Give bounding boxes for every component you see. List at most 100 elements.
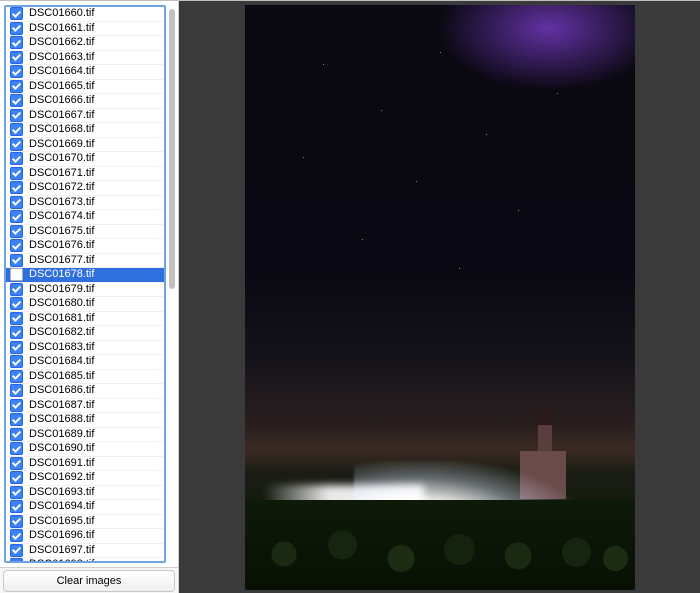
file-checkbox[interactable] — [10, 384, 23, 397]
file-row[interactable]: DSC01689.tif — [6, 428, 164, 443]
file-label: DSC01662.tif — [29, 37, 94, 48]
file-checkbox[interactable] — [10, 326, 23, 339]
file-checkbox[interactable] — [10, 109, 23, 122]
file-checkbox[interactable] — [10, 529, 23, 542]
file-checkbox[interactable] — [10, 94, 23, 107]
file-checkbox[interactable] — [10, 486, 23, 499]
file-label: DSC01683.tif — [29, 342, 94, 353]
file-row[interactable]: DSC01686.tif — [6, 384, 164, 399]
file-checkbox[interactable] — [10, 500, 23, 513]
file-row[interactable]: DSC01662.tif — [6, 36, 164, 51]
scrollbar-thumb[interactable] — [169, 9, 175, 289]
file-checkbox[interactable] — [10, 355, 23, 368]
file-checkbox[interactable] — [10, 80, 23, 93]
file-row[interactable]: DSC01696.tif — [6, 529, 164, 544]
file-row[interactable]: DSC01679.tif — [6, 283, 164, 298]
file-row[interactable]: DSC01671.tif — [6, 167, 164, 182]
file-checkbox[interactable] — [10, 36, 23, 49]
file-row[interactable]: DSC01665.tif — [6, 80, 164, 95]
file-label: DSC01698.tif — [29, 559, 94, 563]
file-label: DSC01664.tif — [29, 66, 94, 77]
file-checkbox[interactable] — [10, 254, 23, 267]
file-row[interactable]: DSC01669.tif — [6, 138, 164, 153]
file-checkbox[interactable] — [10, 167, 23, 180]
file-checkbox[interactable] — [10, 7, 23, 20]
file-checkbox[interactable] — [10, 196, 23, 209]
file-checkbox[interactable] — [10, 471, 23, 484]
file-checkbox[interactable] — [10, 515, 23, 528]
clear-images-button[interactable]: Clear images — [3, 570, 175, 592]
file-row[interactable]: DSC01681.tif — [6, 312, 164, 327]
file-label: DSC01660.tif — [29, 8, 94, 19]
file-row[interactable]: DSC01690.tif — [6, 442, 164, 457]
file-checkbox[interactable] — [10, 544, 23, 557]
file-label: DSC01661.tif — [29, 23, 94, 34]
file-label: DSC01696.tif — [29, 530, 94, 541]
file-row[interactable]: DSC01678.tif — [6, 268, 164, 283]
file-checkbox[interactable] — [10, 181, 23, 194]
file-row[interactable]: DSC01670.tif — [6, 152, 164, 167]
file-checkbox[interactable] — [10, 428, 23, 441]
file-checkbox[interactable] — [10, 65, 23, 78]
file-label: DSC01686.tif — [29, 385, 94, 396]
file-row[interactable]: DSC01666.tif — [6, 94, 164, 109]
file-row[interactable]: DSC01697.tif — [6, 544, 164, 559]
file-row[interactable]: DSC01664.tif — [6, 65, 164, 80]
file-row[interactable]: DSC01673.tif — [6, 196, 164, 211]
file-row[interactable]: DSC01668.tif — [6, 123, 164, 138]
file-row[interactable]: DSC01660.tif — [6, 7, 164, 22]
file-row[interactable]: DSC01676.tif — [6, 239, 164, 254]
file-row[interactable]: DSC01695.tif — [6, 515, 164, 530]
file-row[interactable]: DSC01698.tif — [6, 558, 164, 563]
file-row[interactable]: DSC01692.tif — [6, 471, 164, 486]
file-label: DSC01677.tif — [29, 255, 94, 266]
file-checkbox[interactable] — [10, 152, 23, 165]
file-checkbox[interactable] — [10, 457, 23, 470]
file-checkbox[interactable] — [10, 297, 23, 310]
file-list[interactable]: DSC01660.tif DSC01661.tif DSC01662.tif DSC0… — [4, 5, 166, 563]
file-label: DSC01688.tif — [29, 414, 94, 425]
file-label: DSC01666.tif — [29, 95, 94, 106]
file-checkbox[interactable] — [10, 399, 23, 412]
file-label: DSC01690.tif — [29, 443, 94, 454]
file-checkbox[interactable] — [10, 341, 23, 354]
file-checkbox[interactable] — [10, 558, 23, 563]
file-row[interactable]: DSC01691.tif — [6, 457, 164, 472]
file-label: DSC01669.tif — [29, 139, 94, 150]
file-row[interactable]: DSC01675.tif — [6, 225, 164, 240]
file-row[interactable]: DSC01674.tif — [6, 210, 164, 225]
file-checkbox[interactable] — [10, 51, 23, 64]
file-row[interactable]: DSC01680.tif — [6, 297, 164, 312]
file-checkbox[interactable] — [10, 239, 23, 252]
file-label: DSC01679.tif — [29, 284, 94, 295]
file-row[interactable]: DSC01663.tif — [6, 51, 164, 66]
file-label: DSC01678.tif — [29, 269, 94, 280]
file-checkbox[interactable] — [10, 22, 23, 35]
file-row[interactable]: DSC01693.tif — [6, 486, 164, 501]
file-row[interactable]: DSC01661.tif — [6, 22, 164, 37]
file-checkbox[interactable] — [10, 138, 23, 151]
file-row[interactable]: DSC01694.tif — [6, 500, 164, 515]
file-checkbox[interactable] — [10, 413, 23, 426]
file-row[interactable]: DSC01688.tif — [6, 413, 164, 428]
file-checkbox[interactable] — [10, 123, 23, 136]
file-row[interactable]: DSC01683.tif — [6, 341, 164, 356]
file-checkbox[interactable] — [10, 225, 23, 238]
file-checkbox[interactable] — [10, 210, 23, 223]
file-row[interactable]: DSC01677.tif — [6, 254, 164, 269]
file-checkbox[interactable] — [10, 370, 23, 383]
file-checkbox[interactable] — [10, 268, 23, 281]
file-label: DSC01672.tif — [29, 182, 94, 193]
file-row[interactable]: DSC01672.tif — [6, 181, 164, 196]
file-checkbox[interactable] — [10, 312, 23, 325]
file-label: DSC01684.tif — [29, 356, 94, 367]
file-row[interactable]: DSC01684.tif — [6, 355, 164, 370]
file-row[interactable]: DSC01685.tif — [6, 370, 164, 385]
file-label: DSC01667.tif — [29, 110, 94, 121]
file-checkbox[interactable] — [10, 283, 23, 296]
file-checkbox[interactable] — [10, 442, 23, 455]
file-row[interactable]: DSC01682.tif — [6, 326, 164, 341]
file-label: DSC01692.tif — [29, 472, 94, 483]
file-row[interactable]: DSC01687.tif — [6, 399, 164, 414]
file-row[interactable]: DSC01667.tif — [6, 109, 164, 124]
